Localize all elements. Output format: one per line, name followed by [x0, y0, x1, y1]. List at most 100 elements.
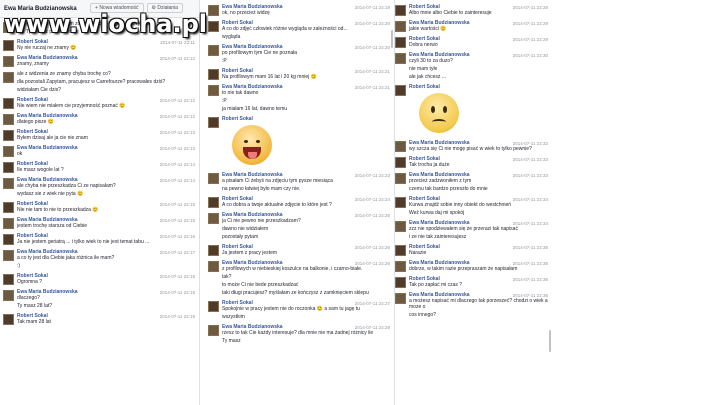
message-text: dawno nie widziałem [222, 226, 269, 232]
tongue-sticker-icon [232, 125, 272, 165]
avatar[interactable] [395, 245, 406, 256]
watermark-logo: www.wiocha.pl [4, 10, 208, 38]
message-timestamp: 2014-07-11 22:14 [159, 178, 195, 183]
avatar[interactable] [395, 173, 406, 184]
message-text: to może Ci nie bede przeszkadzać [222, 282, 299, 288]
avatar[interactable] [3, 178, 14, 189]
page-margin [552, 0, 720, 405]
message-timestamp: 2014-07-11 22:21 [354, 85, 390, 90]
message-row: Robert Sokal Albo mnie albo Ciebie to zai… [392, 2, 552, 18]
message-timestamp: 2014-07-11 22:36 [512, 293, 548, 298]
message-text: po profilowym tym Cie ne poznała [222, 50, 298, 56]
avatar[interactable] [208, 173, 219, 184]
avatar[interactable] [208, 245, 219, 256]
scrollbar[interactable] [549, 330, 551, 352]
avatar[interactable] [208, 213, 219, 224]
avatar[interactable] [208, 21, 219, 32]
message-list: pomyślam, bo na każdym zdjęciu inaczej w… [0, 18, 199, 327]
message-text: ok [17, 151, 23, 157]
message-row: Robert Sokal Ile masz wogole lat ? 2014-07… [0, 159, 199, 175]
avatar[interactable] [208, 45, 219, 56]
avatar[interactable] [395, 157, 406, 168]
avatar[interactable] [395, 37, 406, 48]
message-text: Na profilowym mam 16 lat i 20 kg mniej 😊 [222, 74, 317, 80]
message-list: Ewa Maria Budzianowska ok, no przecież wi… [205, 0, 394, 346]
message-timestamp: 2014-07-11 22:20 [354, 45, 390, 50]
avatar[interactable] [395, 261, 406, 272]
avatar[interactable] [3, 274, 14, 285]
avatar[interactable] [3, 234, 14, 245]
avatar[interactable] [3, 56, 14, 67]
message-timestamp: 2014-07-11 22:16 [159, 234, 195, 239]
avatar[interactable] [395, 277, 406, 288]
message-text: Nie nie tam to nie to przeszkadza 😊 [17, 207, 99, 213]
avatar[interactable] [208, 69, 219, 80]
message-row: Ewa Maria Budzianowska czyli 30 to za duz… [392, 50, 552, 82]
message-text: Tak mam 28 lat [17, 319, 51, 325]
mouth-icon [243, 147, 261, 159]
message-row: Robert Sokal Ja jestem z pracy jestem 2014… [205, 242, 394, 258]
avatar[interactable] [3, 202, 14, 213]
sender-name[interactable]: Robert Sokal [409, 84, 548, 90]
avatar[interactable] [3, 40, 14, 51]
avatar[interactable] [3, 114, 14, 125]
avatar[interactable] [395, 21, 406, 32]
avatar[interactable] [3, 290, 14, 301]
message-text: z profilowych w niebieskiej koszulce na … [222, 266, 363, 272]
message-timestamp: 2014-07-11 22:32 [512, 141, 548, 146]
avatar[interactable] [208, 85, 219, 96]
message-row: Ewa Maria Budzianowska jestem trochę star… [0, 215, 199, 231]
avatar[interactable] [395, 197, 406, 208]
message-row: Robert Sokal Na profilowym mam 16 lat i 2… [205, 66, 394, 82]
mouth-icon [432, 119, 446, 125]
message-timestamp: 2014-07-11 22:29 [512, 37, 548, 42]
sender-name[interactable]: Robert Sokal [222, 116, 390, 122]
message-text: jakie wartości 😊 [409, 26, 447, 32]
avatar[interactable] [395, 5, 406, 16]
avatar[interactable] [395, 85, 406, 96]
message-text: Kurwa znajdź sobie inny obiekt do westch… [409, 202, 512, 208]
message-text: Ile masz wogole lat ? [17, 167, 64, 173]
message-row: Ewa Maria Budzianowska a możesz napisać m… [392, 290, 552, 320]
message-row: Robert Sokal Kurwa znajdź sobie inny obie… [392, 194, 552, 218]
avatar[interactable] [3, 130, 14, 141]
avatar[interactable] [208, 301, 219, 312]
message-timestamp: 2014-07-11 22:12 [159, 56, 195, 61]
message-row: Ewa Maria Budzianowska po profilowym tym … [205, 42, 394, 66]
message-row: Ewa Maria Budzianowska a pisałam Ci żebyś… [205, 170, 394, 194]
avatar[interactable] [395, 221, 406, 232]
avatar[interactable] [208, 117, 219, 128]
chat-column-1[interactable]: Ewa Maria Budzianowska + Nowa wiadomość … [0, 0, 200, 405]
avatar[interactable] [208, 325, 219, 336]
message-text: Ty masz [222, 338, 241, 344]
avatar[interactable] [208, 261, 219, 272]
message-timestamp: 2014-07-11 22:19 [159, 314, 195, 319]
message-timestamp: 2014-07-11 22:18 [159, 290, 195, 295]
message-timestamp: 2014-07-11 22:25 [354, 213, 390, 218]
avatar[interactable] [3, 72, 14, 83]
message-text: Narazie [409, 250, 427, 256]
avatar[interactable] [3, 98, 14, 109]
avatar[interactable] [395, 53, 406, 64]
message-text: zzz nie spodziewałem się że przerazi tak… [409, 226, 518, 232]
message-text: a pisałam Ci żebyś na zdjęciu tym pysze … [222, 178, 333, 184]
chat-column-3[interactable]: Robert Sokal Albo mnie albo Ciebie to zai… [392, 0, 552, 405]
avatar[interactable] [3, 162, 14, 173]
avatar[interactable] [3, 250, 14, 261]
avatar[interactable] [395, 293, 406, 304]
message-text: wygląda [222, 34, 241, 40]
avatar[interactable] [395, 141, 406, 152]
message-timestamp: 2014-07-11 22:33 [512, 173, 548, 178]
avatar[interactable] [208, 197, 219, 208]
avatar[interactable] [3, 146, 14, 157]
avatar[interactable] [208, 5, 219, 16]
message-text: i ze nie tak zainteresujesz [409, 234, 467, 240]
message-row: Ewa Maria Budzianowska zzz nie spodziewał… [392, 218, 552, 242]
chat-column-2[interactable]: Ewa Maria Budzianowska ok, no przecież wi… [205, 0, 395, 405]
avatar[interactable] [3, 314, 14, 325]
message-text: Albo mnie albo Ciebie to zainteresuje [409, 10, 492, 16]
message-row: Ewa Maria Budzianowska rzesz to tak Cie k… [205, 322, 394, 346]
message-text: Ja nie jestem geriatrą ... i tylko wiek … [17, 239, 150, 245]
message-text: cos innego? [409, 312, 436, 318]
avatar[interactable] [3, 218, 14, 229]
